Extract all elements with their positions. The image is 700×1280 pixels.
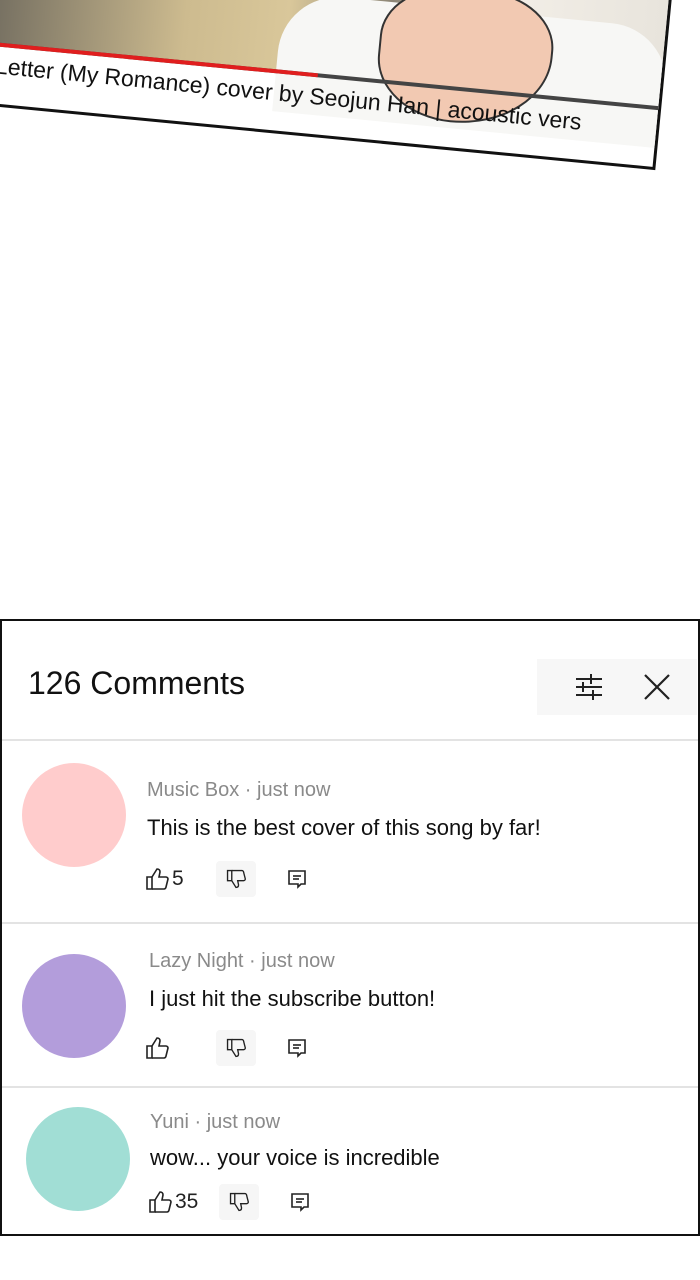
avatar[interactable] xyxy=(26,1107,130,1211)
dislike-button[interactable] xyxy=(219,1184,259,1220)
like-button[interactable]: 35 xyxy=(147,1184,198,1220)
comment-meta: Yuni · just now xyxy=(150,1111,281,1133)
comment-actions: 35 xyxy=(147,1184,327,1220)
like-button[interactable]: 5 xyxy=(144,861,184,897)
comments-count-title: 126 Comments xyxy=(28,665,245,701)
dislike-button[interactable] xyxy=(216,1030,256,1066)
close-icon[interactable] xyxy=(641,671,673,703)
comment-meta: Lazy Night · just now xyxy=(149,950,335,972)
thumbs-down-icon xyxy=(229,1192,249,1212)
comment-text: I just hit the subscribe button! xyxy=(149,986,436,1011)
comment-item: Yuni · just now wow... your voice is inc… xyxy=(2,1088,698,1234)
thumbs-up-icon xyxy=(146,868,169,890)
reply-button[interactable] xyxy=(286,1030,308,1066)
sliders-icon[interactable] xyxy=(573,671,605,703)
avatar[interactable] xyxy=(22,954,126,1058)
avatar[interactable] xyxy=(22,763,126,867)
comment-item: Music Box · just now This is the best co… xyxy=(2,739,698,924)
reply-icon xyxy=(288,1039,306,1058)
like-count: 5 xyxy=(172,867,184,890)
header-tools xyxy=(537,659,697,715)
dislike-button[interactable] xyxy=(216,861,256,897)
like-button[interactable] xyxy=(144,1030,172,1066)
reply-icon xyxy=(288,870,306,889)
thumbs-up-icon xyxy=(149,1191,172,1213)
reply-button[interactable] xyxy=(289,1184,311,1220)
reply-icon xyxy=(291,1193,309,1212)
like-count: 35 xyxy=(175,1190,199,1213)
comment-actions xyxy=(144,1030,324,1066)
video-card[interactable]: Letter (My Romance) cover by Seojun Han … xyxy=(0,0,677,171)
thumbs-down-icon xyxy=(226,869,246,889)
comments-header: 126 Comments xyxy=(2,621,698,741)
thumbs-down-icon xyxy=(226,1038,246,1058)
reply-button[interactable] xyxy=(286,861,308,897)
comment-actions: 5 xyxy=(144,861,324,897)
comment-item: Lazy Night · just now I just hit the sub… xyxy=(2,924,698,1088)
comment-text: This is the best cover of this song by f… xyxy=(147,815,541,840)
comment-text: wow... your voice is incredible xyxy=(150,1145,440,1170)
comments-panel: 126 Comments Music Box · just now This i… xyxy=(0,619,700,1236)
comment-meta: Music Box · just now xyxy=(147,779,331,801)
thumbs-up-icon xyxy=(146,1037,169,1059)
